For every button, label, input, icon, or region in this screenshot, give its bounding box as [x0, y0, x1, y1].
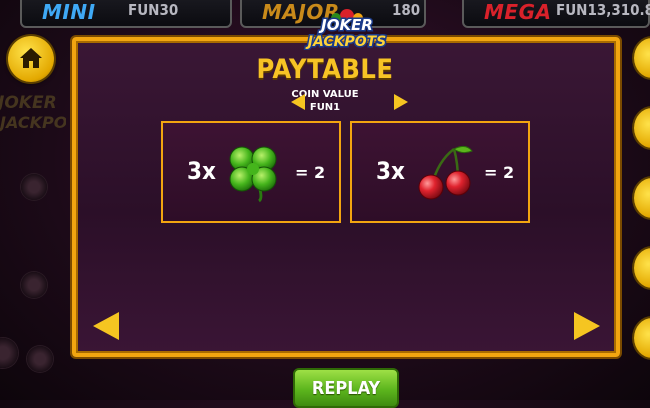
svg-text:JACKPOTS: JACKPOTS — [0, 113, 66, 132]
jackpot-mega: MEGA FUN13,310.8 — [462, 0, 650, 28]
paytable-entry-cherry: 3x = 2 — [350, 121, 530, 223]
jackpot-mini: MINI FUN30 — [20, 0, 232, 28]
joker-jackpots-logo: JOKER JACKPOTS — [303, 9, 388, 50]
symbol-count: 3x — [376, 157, 405, 185]
payout-value: = 2 — [484, 163, 515, 182]
paytable-title: PAYTABLE — [256, 54, 394, 85]
side-menu-button[interactable] — [634, 178, 650, 218]
previous-page-arrow[interactable] — [93, 312, 119, 340]
coin-value-decrease-arrow[interactable] — [291, 94, 305, 110]
svg-text:JACKPOTS: JACKPOTS — [305, 34, 387, 50]
paytable-entry-clover: 3x = 2 — [161, 121, 341, 223]
symbol-count: 3x — [187, 157, 216, 185]
side-decoration — [21, 272, 47, 298]
paytable-panel — [72, 37, 620, 357]
next-page-arrow[interactable] — [574, 312, 600, 340]
side-decoration — [0, 338, 18, 368]
coin-value-increase-arrow[interactable] — [394, 94, 408, 110]
side-menu-button[interactable] — [634, 108, 650, 148]
jackpot-mega-name: MEGA — [484, 0, 552, 24]
payout-value: = 2 — [295, 163, 326, 182]
side-menu-button[interactable] — [634, 318, 650, 358]
jackpot-mega-value: FUN13,310.8 — [556, 1, 650, 19]
side-decoration — [21, 174, 47, 200]
coin-value: FUN1 — [309, 102, 341, 113]
replay-button[interactable]: REPLAY — [293, 368, 399, 408]
cherry-icon — [418, 145, 473, 200]
jackpot-major-value: 180 — [392, 1, 421, 19]
clover-icon — [229, 146, 277, 203]
side-menu-button[interactable] — [634, 248, 650, 288]
jackpot-mini-value: FUN30 — [128, 1, 179, 19]
jackpot-mini-name: MINI — [42, 0, 96, 24]
svg-text:JOKER: JOKER — [318, 16, 373, 34]
side-decoration — [27, 346, 53, 372]
coin-value-label: COIN VALUE — [291, 89, 359, 100]
